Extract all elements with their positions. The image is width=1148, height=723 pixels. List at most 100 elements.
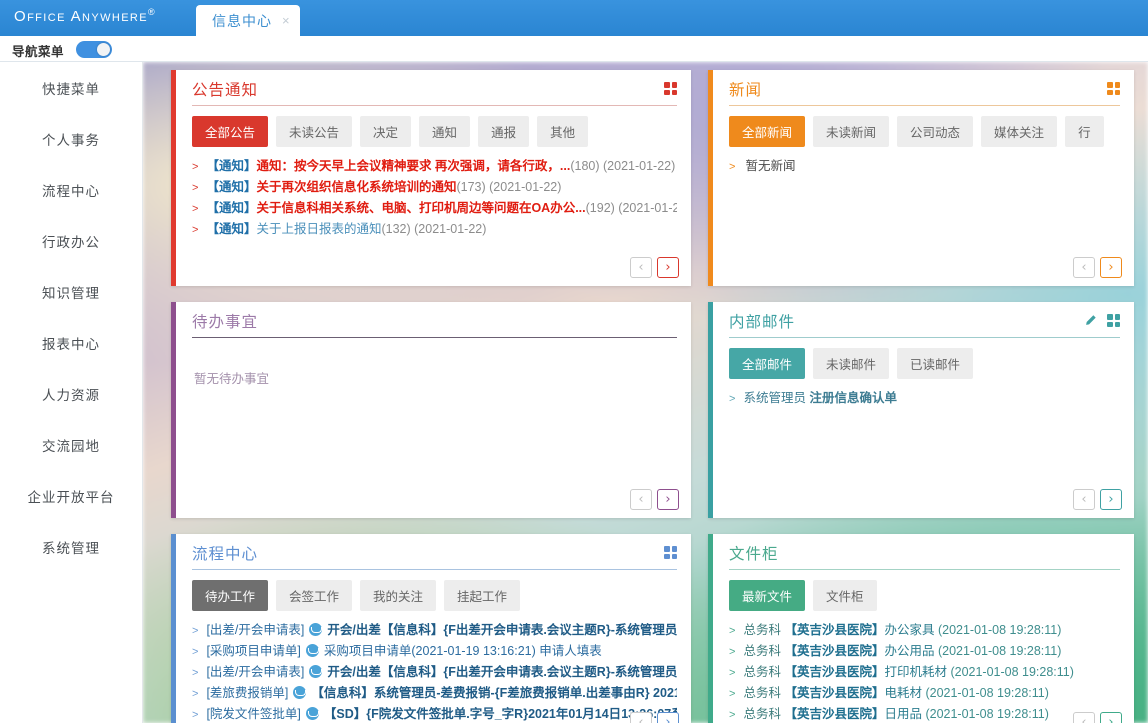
file-name: 办公用品 bbox=[884, 644, 935, 658]
prev-page-button[interactable]: ‹ bbox=[1073, 257, 1095, 278]
pagination: ‹ › bbox=[630, 712, 679, 723]
list-item[interactable]: > [出差/开会申请表] 开会/出差【信息科】{F出差开会申请表.会议主题R}-… bbox=[192, 662, 677, 683]
sidebar-item-report-center[interactable]: 报表中心 bbox=[0, 317, 142, 368]
list-item[interactable]: > 总务科 【英吉沙县医院】 办公家具 (2021-01-08 19:28:11… bbox=[729, 620, 1120, 641]
filter-tab-pending-work[interactable]: 待办工作 bbox=[192, 580, 269, 611]
sidebar-item-label: 知识管理 bbox=[42, 285, 100, 301]
list-item[interactable]: > 总务科 【英吉沙县医院】 日用品 (2021-01-08 19:28:11) bbox=[729, 704, 1120, 723]
process-body: 【信息科】系统管理员-差费报销-{F差旅费报销单.出差事由R} 2021年 bbox=[311, 686, 677, 700]
tab-information-center[interactable]: 信息中心 × bbox=[196, 5, 300, 36]
filter-tab-decisions[interactable]: 决定 bbox=[360, 116, 412, 147]
toggle-knob bbox=[97, 43, 110, 56]
list-item[interactable]: > 总务科 【英吉沙县医院】 办公用品 (2021-01-08 19:28:11… bbox=[729, 641, 1120, 662]
list-item[interactable]: > 【通知】 关于信息科相关系统、电脑、打印机周边等问题在OA办公... (19… bbox=[192, 198, 677, 219]
panel-header-actions bbox=[664, 542, 677, 559]
filter-tab-unread-news[interactable]: 未读新闻 bbox=[813, 116, 890, 147]
sidebar-item-enterprise-open-platform[interactable]: 企业开放平台 bbox=[0, 470, 142, 521]
list-item[interactable]: > 【通知】 关于上报日报表的通知 (132) (2021-01-22) bbox=[192, 219, 677, 240]
file-name: 日用品 bbox=[884, 707, 922, 721]
filter-tab-all-announcements[interactable]: 全部公告 bbox=[192, 116, 269, 147]
item-meta: (132) (2021-01-22) bbox=[381, 222, 487, 236]
panel-announcements: 公告通知 全部公告 未读公告 决定 通知 通报 其他 > 【通知】 通知：按今天… bbox=[171, 70, 691, 286]
empty-state-row: > 暂无新闻 bbox=[729, 156, 1120, 177]
empty-state-text: 暂无新闻 bbox=[745, 159, 796, 173]
workspace: 公告通知 全部公告 未读公告 决定 通知 通报 其他 > 【通知】 通知：按今天… bbox=[143, 62, 1148, 723]
prev-page-button[interactable]: ‹ bbox=[630, 257, 652, 278]
grid-view-icon[interactable] bbox=[664, 82, 677, 95]
filter-tab-all-news[interactable]: 全部新闻 bbox=[729, 116, 806, 147]
close-icon[interactable]: × bbox=[282, 13, 290, 28]
file-org: 【英吉沙县医院】 bbox=[784, 707, 885, 721]
list-item[interactable]: > [出差/开会申请表] 开会/出差【信息科】{F出差开会申请表.会议主题R}-… bbox=[192, 620, 677, 641]
sidebar-item-human-resources[interactable]: 人力资源 bbox=[0, 368, 142, 419]
next-page-button[interactable]: › bbox=[1100, 712, 1122, 723]
filter-tab-media-coverage[interactable]: 媒体关注 bbox=[981, 116, 1058, 147]
item-tag: 【通知】 bbox=[206, 159, 257, 173]
pagination: ‹ › bbox=[630, 489, 679, 510]
chevron-right-icon: > bbox=[729, 161, 736, 173]
filter-tab-read-mail[interactable]: 已读邮件 bbox=[897, 348, 974, 379]
sidebar-item-label: 人力资源 bbox=[42, 387, 100, 403]
mail-sender: 系统管理员 bbox=[743, 391, 806, 405]
prev-page-button[interactable]: ‹ bbox=[630, 489, 652, 510]
filter-tab-circulars[interactable]: 通报 bbox=[478, 116, 530, 147]
list-item[interactable]: > 总务科 【英吉沙县医院】 打印机耗材 (2021-01-08 19:28:1… bbox=[729, 662, 1120, 683]
sidebar-item-system-management[interactable]: 系统管理 bbox=[0, 521, 142, 572]
panel-title: 公告通知 bbox=[192, 82, 259, 99]
file-dept: 总务科 bbox=[743, 707, 781, 721]
file-date: (2021-01-08 19:28:11) bbox=[925, 707, 1049, 721]
app-root: Office Anywhere® 信息中心 × 导航菜单 快捷菜单 个人事务 流… bbox=[0, 0, 1148, 723]
filter-tab-industry[interactable]: 行 bbox=[1065, 116, 1104, 147]
filter-tab-notices[interactable]: 通知 bbox=[419, 116, 471, 147]
sidebar-item-knowledge-management[interactable]: 知识管理 bbox=[0, 266, 142, 317]
panel-title: 待办事宜 bbox=[192, 314, 259, 331]
filter-tab-others[interactable]: 其他 bbox=[537, 116, 589, 147]
next-page-button[interactable]: › bbox=[657, 712, 679, 723]
filter-tab-latest-files[interactable]: 最新文件 bbox=[729, 580, 806, 611]
divider bbox=[192, 105, 677, 106]
list-item[interactable]: > [院发文件签批单] 【SD】{F院发文件签批单.字号_字R}2021年01月… bbox=[192, 704, 677, 723]
list-item[interactable]: > 【通知】 通知：按今天早上会议精神要求 再次强调，请各行政，... (180… bbox=[192, 156, 677, 177]
envelope-icon bbox=[305, 644, 319, 657]
grid-view-icon[interactable] bbox=[664, 546, 677, 559]
filter-tab-unread-announcements[interactable]: 未读公告 bbox=[276, 116, 353, 147]
prev-page-button[interactable]: ‹ bbox=[1073, 489, 1095, 510]
list-item[interactable]: > 总务科 【英吉沙县医院】 电耗材 (2021-01-08 19:28:11) bbox=[729, 683, 1120, 704]
item-meta: (173) (2021-01-22) bbox=[456, 180, 562, 194]
filter-tab-unread-mail[interactable]: 未读邮件 bbox=[813, 348, 890, 379]
list-item[interactable]: > 【通知】 关于再次组织信息化系统培训的通知 (173) (2021-01-2… bbox=[192, 177, 677, 198]
next-page-button[interactable]: › bbox=[657, 489, 679, 510]
sidebar-item-label: 流程中心 bbox=[42, 183, 100, 199]
grid-view-icon[interactable] bbox=[1107, 314, 1120, 327]
next-page-button[interactable]: › bbox=[1100, 489, 1122, 510]
sidebar-item-personal-affairs[interactable]: 个人事务 bbox=[0, 113, 142, 164]
filter-tab-suspended-work[interactable]: 挂起工作 bbox=[444, 580, 521, 611]
panel-title: 新闻 bbox=[729, 82, 763, 99]
grid-view-icon[interactable] bbox=[1107, 82, 1120, 95]
sidebar-item-quick-menu[interactable]: 快捷菜单 bbox=[0, 62, 142, 113]
nav-menu-toggle[interactable] bbox=[76, 41, 112, 58]
sidebar-item-process-center[interactable]: 流程中心 bbox=[0, 164, 142, 215]
sidebar-item-exchange-area[interactable]: 交流园地 bbox=[0, 419, 142, 470]
filter-tab-company-news[interactable]: 公司动态 bbox=[897, 116, 974, 147]
list-item[interactable]: > 系统管理员 注册信息确认单 bbox=[729, 388, 1120, 409]
panel-header-actions bbox=[664, 78, 677, 95]
next-page-button[interactable]: › bbox=[1100, 257, 1122, 278]
next-page-button[interactable]: › bbox=[657, 257, 679, 278]
prev-page-button[interactable]: ‹ bbox=[630, 712, 652, 723]
item-tag: 【通知】 bbox=[206, 201, 257, 215]
sidebar-item-admin-office[interactable]: 行政办公 bbox=[0, 215, 142, 266]
file-name: 办公家具 bbox=[884, 623, 935, 637]
file-dept: 总务科 bbox=[743, 623, 781, 637]
filter-tab-my-follow[interactable]: 我的关注 bbox=[360, 580, 437, 611]
list-item[interactable]: > [差旅费报销单] 【信息科】系统管理员-差费报销-{F差旅费报销单.出差事由… bbox=[192, 683, 677, 704]
filter-tab-all-mail[interactable]: 全部邮件 bbox=[729, 348, 806, 379]
list-item[interactable]: > [采购项目申请单] 采购项目申请单(2021-01-19 13:16:21)… bbox=[192, 641, 677, 662]
filter-tab-countersign-work[interactable]: 会签工作 bbox=[276, 580, 353, 611]
file-list: > 总务科 【英吉沙县医院】 办公家具 (2021-01-08 19:28:11… bbox=[729, 618, 1120, 723]
pencil-compose-icon[interactable] bbox=[1084, 314, 1097, 327]
chevron-right-icon: > bbox=[192, 224, 199, 236]
prev-page-button[interactable]: ‹ bbox=[1073, 712, 1095, 723]
divider bbox=[729, 569, 1120, 570]
filter-tab-file-cabinet[interactable]: 文件柜 bbox=[813, 580, 877, 611]
